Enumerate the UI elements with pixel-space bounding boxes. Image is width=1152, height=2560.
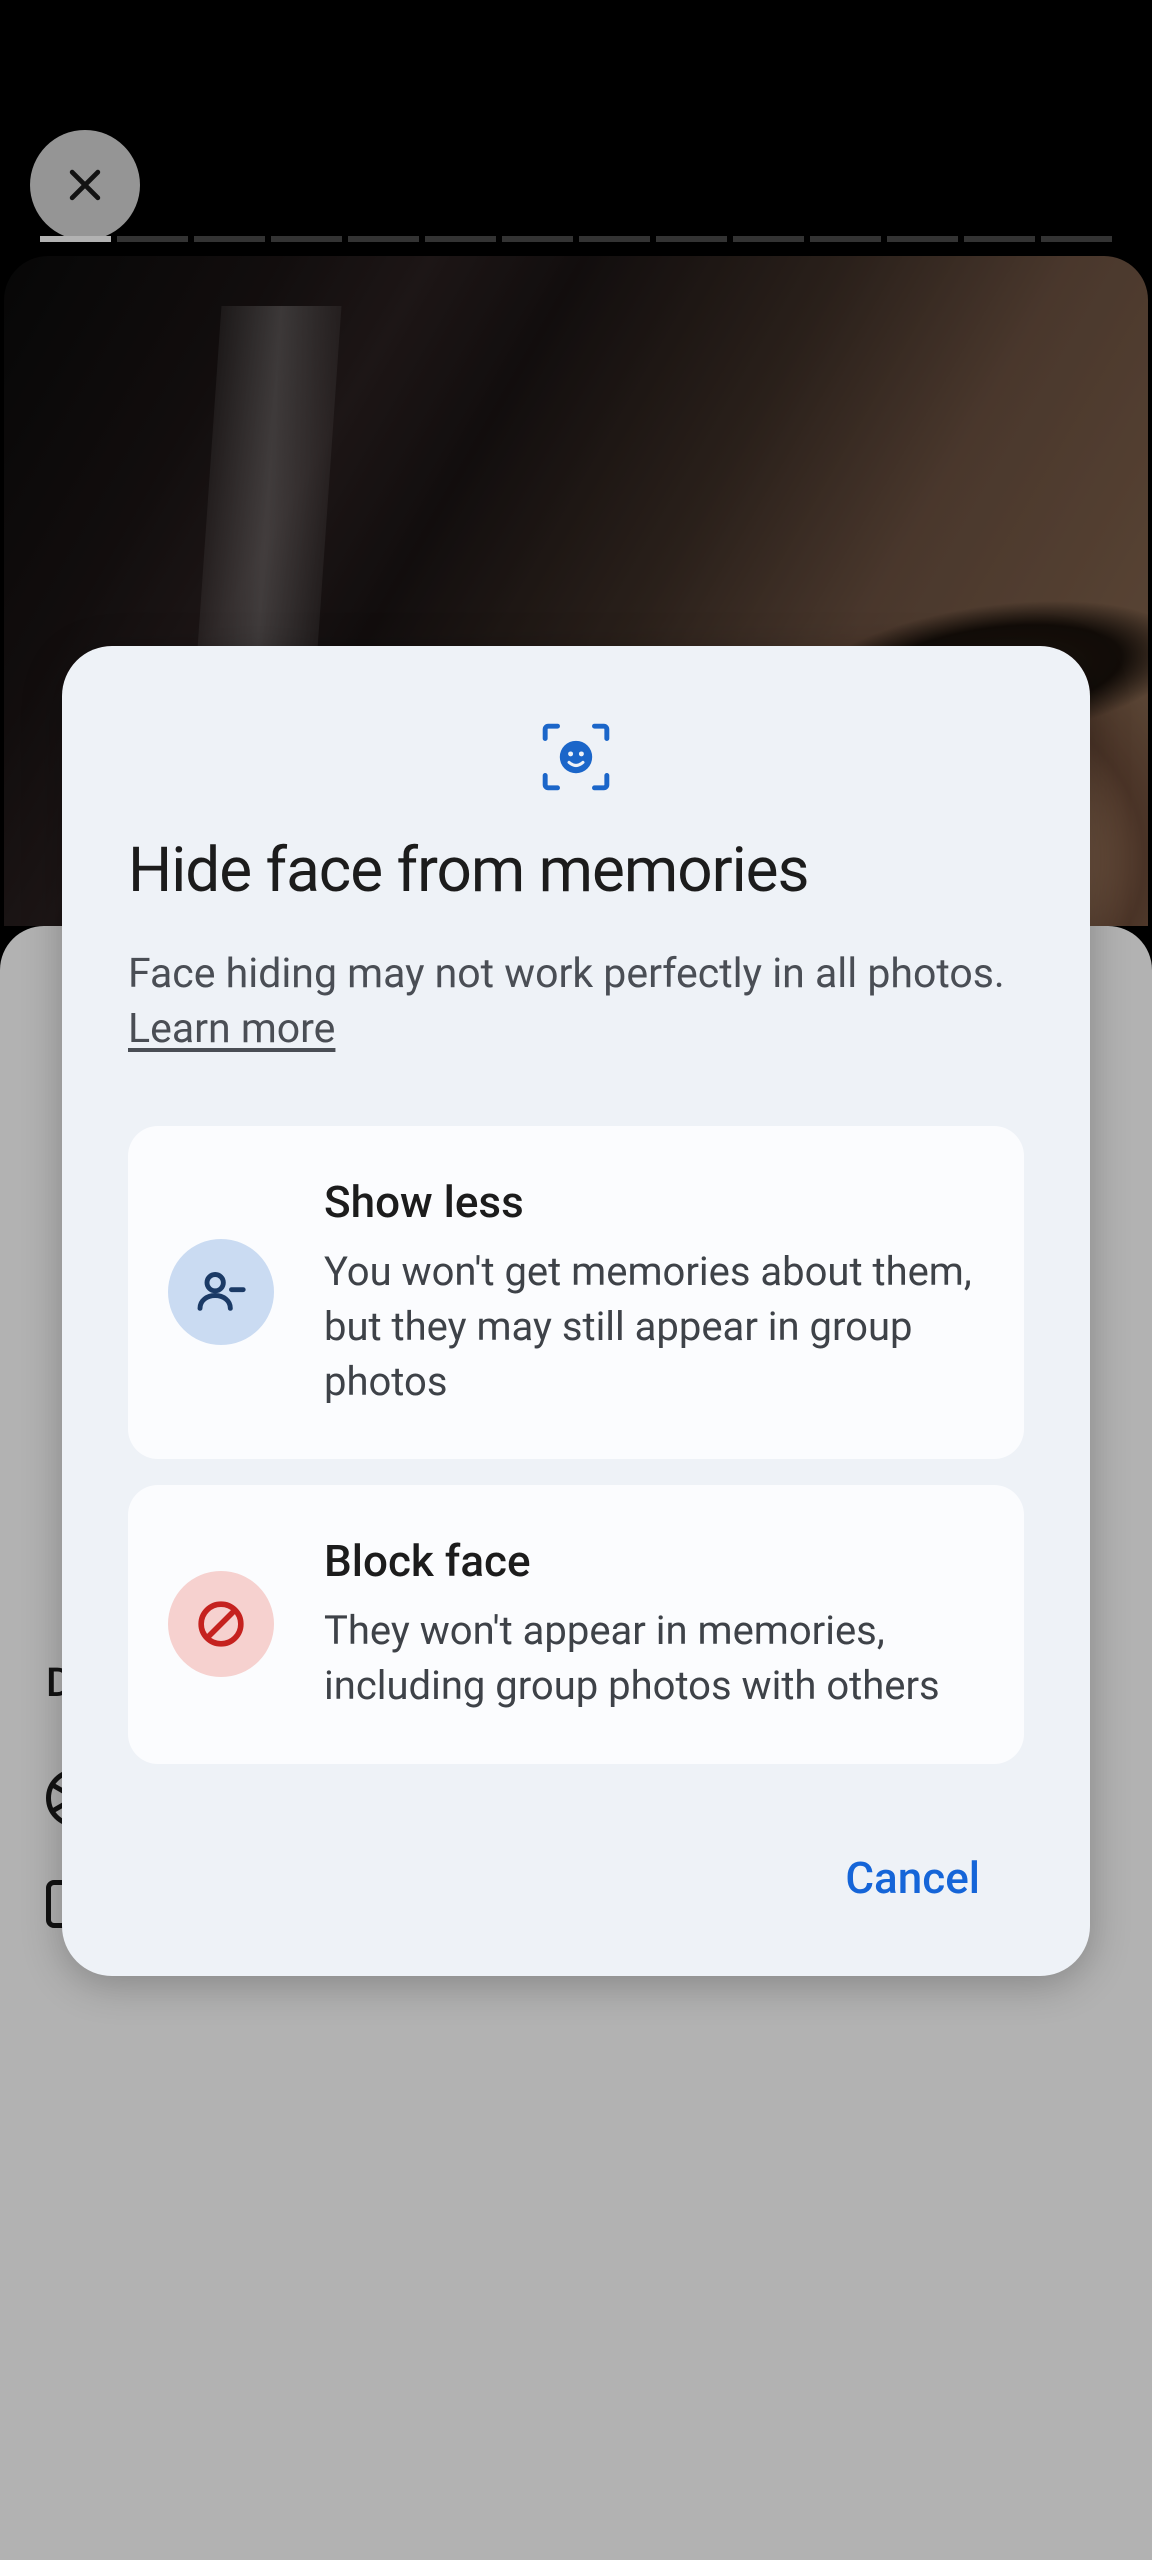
- hide-face-dialog: Hide face from memories Face hiding may …: [62, 646, 1090, 1976]
- option-block-face[interactable]: Block face They won't appear in memories…: [128, 1485, 1024, 1763]
- option-title: Show less: [324, 1176, 980, 1228]
- person-remove-icon: [193, 1264, 249, 1320]
- option-title: Block face: [324, 1535, 980, 1587]
- cancel-button[interactable]: Cancel: [821, 1838, 1004, 1918]
- face-scan-icon: [539, 720, 613, 794]
- option-show-less[interactable]: Show less You won't get memories about t…: [128, 1126, 1024, 1460]
- option-subtitle: They won't appear in memories, including…: [324, 1603, 980, 1713]
- dialog-description: Face hiding may not work perfectly in al…: [128, 947, 1024, 1058]
- block-icon: [193, 1596, 249, 1652]
- learn-more-link[interactable]: Learn more: [128, 1005, 335, 1053]
- dialog-title: Hide face from memories: [128, 834, 1024, 907]
- option-subtitle: You won't get memories about them, but t…: [324, 1244, 980, 1410]
